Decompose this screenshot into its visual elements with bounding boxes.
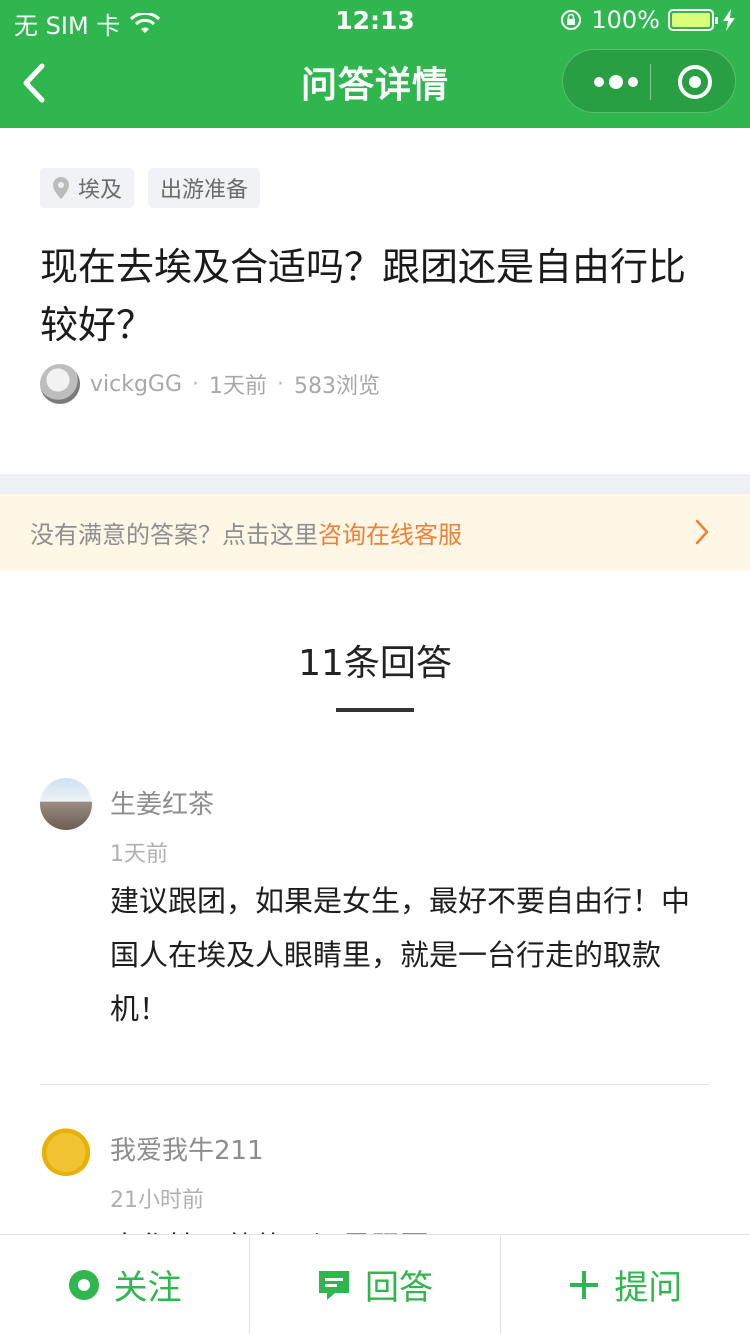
answer-text: 建议跟团，如果是女生，最好不要自由行！中国人在埃及人眼睛里，就是一台行走的取款机… <box>110 884 691 1026</box>
question-meta: vickgGG · 1天前 · 583浏览 <box>40 364 380 404</box>
answer-avatar[interactable] <box>40 778 92 830</box>
eye-follow-icon <box>68 1269 99 1300</box>
view-count: 583浏览 <box>294 374 381 399</box>
close-target-icon[interactable] <box>655 50 735 114</box>
tag-destination[interactable]: 埃及 <box>40 168 135 208</box>
status-bar: 无 SIM 卡 12:13 100% <box>0 0 750 40</box>
meta-separator: · <box>277 371 285 397</box>
answer-author[interactable]: 我爱我牛211 <box>110 1130 264 1167</box>
meta-separator: · <box>192 371 200 397</box>
bottom-action-bar: 关注 回答 提问 <box>0 1234 750 1334</box>
follow-label: 关注 <box>113 1268 182 1308</box>
battery-percent: 100% <box>591 6 660 34</box>
answer-label: 回答 <box>364 1268 433 1308</box>
battery-icon <box>668 9 718 31</box>
plus-icon <box>570 1270 599 1299</box>
banner-hint: 没有满意的答案？点击这里 <box>30 520 318 549</box>
question-tags: 埃及 出游准备 <box>40 168 261 208</box>
answer-avatar[interactable] <box>40 1124 92 1176</box>
tag-category[interactable]: 出游准备 <box>148 168 261 208</box>
author-name[interactable]: vickgGG <box>90 372 182 397</box>
charging-bolt-icon <box>723 9 735 31</box>
answer-button[interactable]: 回答 <box>249 1235 499 1334</box>
mini-program-capsule <box>562 49 736 113</box>
answer-author[interactable]: 生姜红茶 <box>110 784 214 821</box>
heading-underline <box>336 708 414 712</box>
author-avatar[interactable] <box>40 364 80 404</box>
follow-button[interactable]: 关注 <box>0 1235 249 1334</box>
location-pin-icon <box>53 177 69 199</box>
answer-divider <box>40 1084 710 1085</box>
tag-label: 埃及 <box>78 178 123 203</box>
answer-text: 大华性不熟的，还是跟团吧 <box>110 1220 710 1234</box>
answer-count-heading: 11条回答 <box>298 643 452 684</box>
answer-item: 我爱我牛211 21小时前 大华性不熟的，还是跟团吧 <box>40 1124 710 1234</box>
customer-service-link[interactable]: 咨询在线客服 <box>318 515 462 550</box>
question-time: 1天前 <box>209 374 268 399</box>
answer-item: 生姜红茶 1天前 建议跟团，如果是女生，最好不要自由行！中国人在埃及人眼睛里，就… <box>40 778 710 1038</box>
customer-service-banner[interactable]: 没有满意的答案？点击这里 咨询在线客服 <box>0 494 750 570</box>
answer-time: 1天前 <box>110 842 168 867</box>
more-dots-icon[interactable] <box>579 50 649 114</box>
ask-label: 提问 <box>614 1268 683 1308</box>
chevron-right-icon <box>695 519 709 545</box>
capsule-divider <box>650 64 651 100</box>
comment-icon <box>318 1270 349 1300</box>
ask-button[interactable]: 提问 <box>499 1235 750 1334</box>
section-divider <box>0 474 750 494</box>
top-header: 无 SIM 卡 12:13 100% 问答详情 <box>0 0 750 128</box>
question-title: 现在去埃及合适吗？跟团还是自由行比较好？ <box>40 245 687 347</box>
battery-fill <box>672 13 710 27</box>
rotation-lock-icon <box>561 10 582 30</box>
tag-label: 出游准备 <box>160 178 249 203</box>
answer-time: 21小时前 <box>110 1188 204 1213</box>
